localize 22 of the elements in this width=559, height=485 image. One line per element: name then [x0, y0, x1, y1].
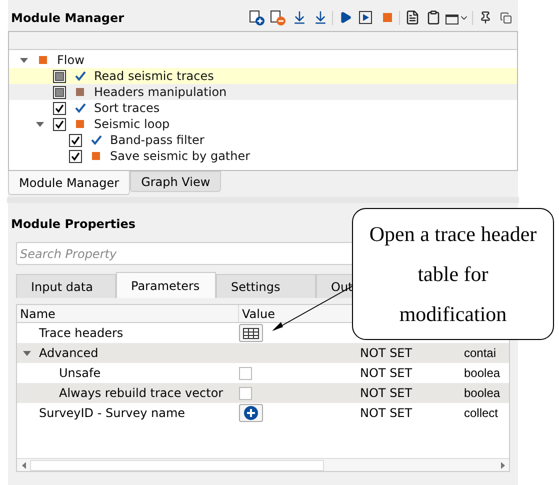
property-status: NOT SET	[360, 406, 412, 420]
property-type: boolea	[464, 386, 500, 400]
panel-title: Module Properties	[11, 216, 136, 233]
property-type: collect	[464, 406, 498, 420]
tree-item-label: Read seismic traces	[94, 68, 214, 85]
tree-item-label: Save seismic by gather	[110, 148, 250, 165]
property-name: Unsafe	[59, 365, 101, 382]
property-status: NOT SET	[360, 346, 412, 360]
property-name: Advanced	[39, 345, 98, 362]
tree-item-label: Flow	[57, 52, 84, 69]
property-status: NOT SET	[360, 366, 412, 380]
property-type: contai	[464, 346, 496, 360]
property-status: NOT SET	[360, 386, 412, 400]
tree-item-label: Seismic loop	[94, 116, 170, 133]
property-name: Trace headers	[39, 325, 124, 342]
tree-item-label: Headers manipulation	[94, 84, 227, 101]
panel-title: Module Manager	[11, 10, 124, 26]
tree-item-label: Band-pass filter	[110, 132, 204, 149]
tree-item-label: Sort traces	[94, 100, 160, 117]
property-name: Always rebuild trace vector	[59, 385, 224, 402]
property-type: boolea	[464, 366, 500, 380]
property-name: SurveyID - Survey name	[39, 405, 186, 422]
